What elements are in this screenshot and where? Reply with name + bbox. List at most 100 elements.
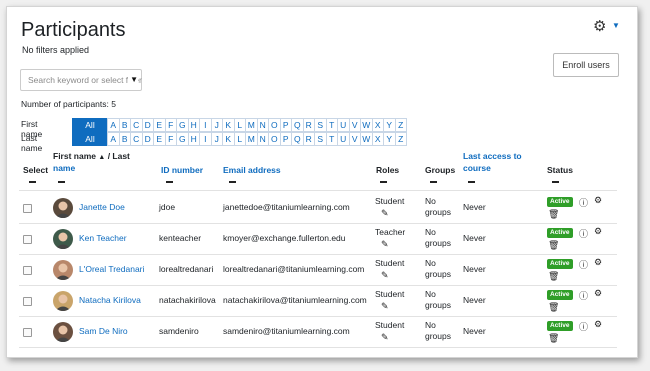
sort-last-access-link-2[interactable]: course: [463, 163, 491, 173]
trash-icon[interactable]: 🗑: [548, 240, 559, 251]
participant-email: natachakirilova@titaniumlearning.com: [223, 295, 367, 305]
caret-down-icon[interactable]: ▼: [612, 21, 620, 30]
pencil-icon[interactable]: ✎: [381, 332, 389, 343]
info-icon[interactable]: ⓘ: [579, 258, 588, 271]
participant-id: samdeniro: [159, 326, 199, 336]
participant-groups-2: groups: [425, 207, 451, 217]
participant-role: Student: [375, 196, 405, 206]
cog-icon[interactable]: ⚙: [594, 319, 602, 330]
dropdown-arrow-icon[interactable]: ▼: [128, 75, 138, 84]
collapse-select-icon[interactable]: [29, 181, 36, 183]
header-divider: [19, 190, 617, 191]
sort-id-number-link[interactable]: ID number: [161, 165, 203, 175]
avatar[interactable]: [53, 260, 73, 280]
collapse-email-icon[interactable]: [229, 181, 236, 183]
page-title: Participants: [21, 19, 126, 41]
avatar[interactable]: [53, 291, 73, 311]
participant-groups: No: [425, 289, 436, 299]
participant-name-link[interactable]: Janette Doe: [79, 202, 125, 212]
participant-role: Student: [375, 258, 405, 268]
lastname-initials-label: Last name: [21, 133, 43, 153]
collapse-status-icon[interactable]: [552, 181, 559, 183]
status-badge: Active: [547, 197, 573, 207]
status-badge: Active: [547, 321, 573, 331]
participant-id: lorealtredanari: [159, 264, 214, 274]
header-status: Status: [547, 165, 573, 175]
header-select: Select: [23, 165, 49, 175]
cog-icon[interactable]: ⚙: [594, 226, 602, 237]
row-select-checkbox[interactable]: [23, 235, 32, 244]
sort-email-link[interactable]: Email address: [223, 165, 281, 175]
row-divider: [19, 285, 617, 286]
collapse-id-icon[interactable]: [166, 181, 173, 183]
row-divider: [19, 254, 617, 255]
participant-groups: No: [425, 196, 436, 206]
participant-role: Teacher: [375, 227, 406, 237]
status-badge: Active: [547, 290, 573, 300]
participant-role: Student: [375, 289, 405, 299]
row-select-checkbox[interactable]: [23, 266, 32, 275]
header-roles: Roles: [376, 165, 400, 175]
participant-name-link[interactable]: Sam De Niro: [79, 326, 128, 336]
row-divider: [19, 223, 617, 224]
sort-last-name-link[interactable]: name: [53, 163, 75, 173]
participant-id: kenteacher: [159, 233, 202, 243]
pencil-icon[interactable]: ✎: [381, 301, 389, 312]
collapse-access-icon[interactable]: [468, 181, 475, 183]
sort-first-name-link[interactable]: First name: [53, 151, 96, 161]
participant-email: kmoyer@exchange.fullerton.edu: [223, 233, 346, 243]
sort-last-name-separator[interactable]: / Last: [108, 151, 130, 161]
sort-last-access-link[interactable]: Last access to: [463, 151, 522, 161]
info-icon[interactable]: ⓘ: [579, 320, 588, 333]
participant-groups-2: groups: [425, 300, 451, 310]
row-select-checkbox[interactable]: [23, 297, 32, 306]
participant-groups: No: [425, 320, 436, 330]
participant-role: Student: [375, 320, 405, 330]
participant-name-link[interactable]: Natacha Kirilova: [79, 295, 141, 305]
firstname-initial-letter-z[interactable]: Z: [394, 118, 407, 132]
trash-icon[interactable]: 🗑: [548, 333, 559, 344]
search-filter-input[interactable]: Search keyword or select filter ▼: [20, 69, 142, 91]
participant-name-link[interactable]: Ken Teacher: [79, 233, 127, 243]
row-select-checkbox[interactable]: [23, 328, 32, 337]
trash-icon[interactable]: 🗑: [548, 209, 559, 220]
cog-icon[interactable]: ⚙: [594, 195, 602, 206]
cog-icon[interactable]: ⚙: [594, 257, 602, 268]
pencil-icon[interactable]: ✎: [381, 208, 389, 219]
participant-groups-2: groups: [425, 238, 451, 248]
participant-last-access: Never: [463, 295, 486, 305]
pencil-icon[interactable]: ✎: [381, 270, 389, 281]
firstname-initial-all[interactable]: All: [72, 118, 108, 132]
row-select-checkbox[interactable]: [23, 204, 32, 213]
avatar[interactable]: [53, 322, 73, 342]
participants-card: Participants No filters applied ⚙ ▼ Enro…: [6, 6, 638, 358]
avatar[interactable]: [53, 198, 73, 218]
participant-last-access: Never: [463, 202, 486, 212]
gear-icon[interactable]: ⚙: [593, 17, 606, 35]
search-placeholder: Search keyword or select filter: [28, 75, 142, 85]
trash-icon[interactable]: 🗑: [548, 271, 559, 282]
participant-last-access: Never: [463, 233, 486, 243]
collapse-roles-icon[interactable]: [380, 181, 387, 183]
status-badge: Active: [547, 228, 573, 238]
collapse-groups-icon[interactable]: [430, 181, 437, 183]
avatar[interactable]: [53, 229, 73, 249]
participant-last-access: Never: [463, 264, 486, 274]
info-icon[interactable]: ⓘ: [579, 289, 588, 302]
participant-email: samdeniro@titaniumlearning.com: [223, 326, 350, 336]
trash-icon[interactable]: 🗑: [548, 302, 559, 313]
participant-id: natachakirilova: [159, 295, 216, 305]
pencil-icon[interactable]: ✎: [381, 239, 389, 250]
enroll-users-button[interactable]: Enroll users: [553, 53, 619, 77]
lastname-initial-letter-z[interactable]: Z: [394, 132, 407, 146]
participant-groups-2: groups: [425, 269, 451, 279]
collapse-name-icon[interactable]: [58, 181, 65, 183]
info-icon[interactable]: ⓘ: [579, 196, 588, 209]
participant-id: jdoe: [159, 202, 176, 212]
lastname-initial-all[interactable]: All: [72, 132, 108, 146]
info-icon[interactable]: ⓘ: [579, 227, 588, 240]
participant-name-link[interactable]: L'Oreal Tredanari: [79, 264, 144, 274]
cog-icon[interactable]: ⚙: [594, 288, 602, 299]
lastname-letters: All A B C D E F G H I J K L M N O P Q R S T U V W X Y Z: [72, 132, 407, 146]
participant-last-access: Never: [463, 326, 486, 336]
